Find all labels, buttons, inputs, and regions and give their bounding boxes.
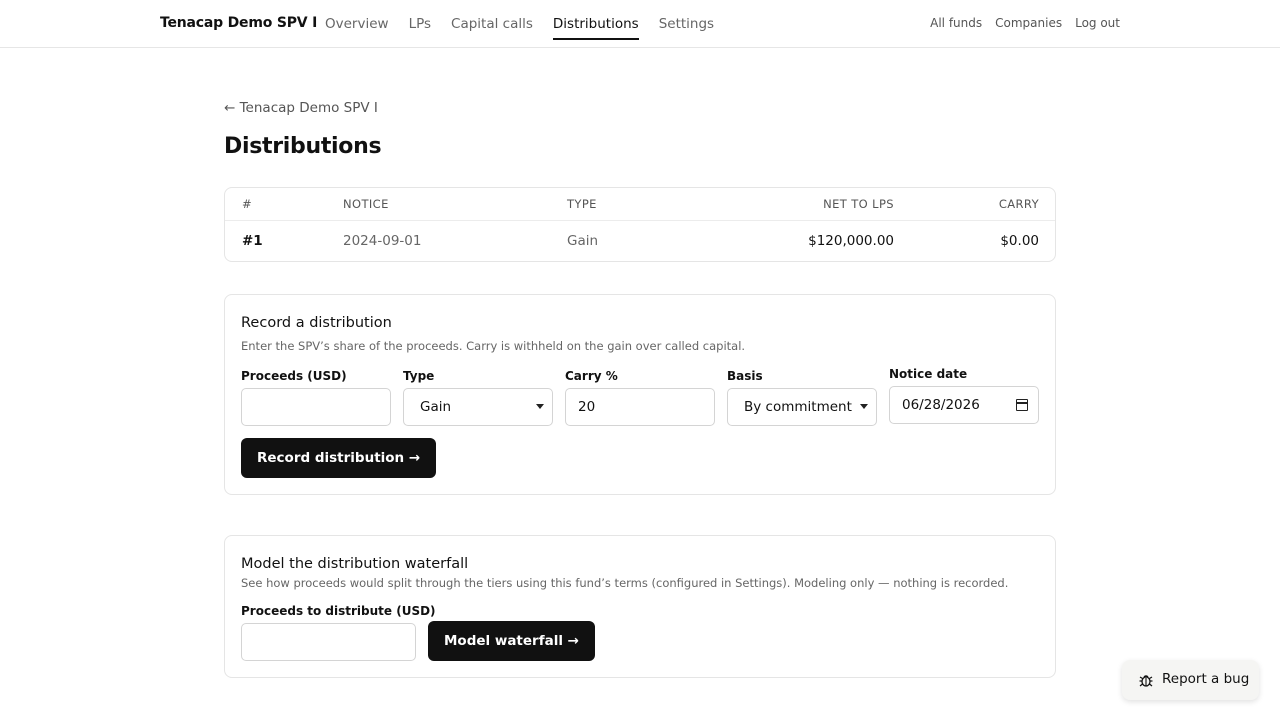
carry-input[interactable]: 20 <box>565 388 715 426</box>
proceeds-label: Proceeds (USD) <box>241 369 347 383</box>
tab-distributions[interactable]: Distributions <box>552 0 639 48</box>
cell-type: Gain <box>567 233 599 249</box>
top-nav: Tenacap Demo SPV I Overview LPs Capital … <box>0 0 1280 48</box>
calendar-icon[interactable] <box>1016 399 1028 411</box>
waterfall-proceeds-input[interactable] <box>241 623 416 661</box>
record-distribution-card: Record a distribution Enter the SPV’s sh… <box>224 294 1056 495</box>
header-notice: NOTICE <box>343 197 389 211</box>
basis-select[interactable]: By commitment <box>727 388 877 426</box>
record-distribution-button[interactable]: Record distribution → <box>241 438 437 478</box>
notice-date-label: Notice date <box>889 367 968 381</box>
tab-capital-calls[interactable]: Capital calls <box>451 0 533 48</box>
table-header: # NOTICE TYPE NET TO LPS CARRY <box>225 188 1055 221</box>
nav-right-links: All funds Companies Log out <box>917 16 1120 30</box>
companies-link[interactable]: Companies <box>995 16 1062 30</box>
bug-icon <box>1139 675 1153 687</box>
cell-notice: 2024-09-01 <box>343 233 422 249</box>
header-carry: CARRY <box>998 197 1039 211</box>
cell-carry: $0.00 <box>1000 233 1039 249</box>
header-type: TYPE <box>567 197 597 211</box>
record-subtitle: Enter the SPV’s share of the proceeds. C… <box>241 339 746 353</box>
basis-label: Basis <box>727 369 763 383</box>
waterfall-title: Model the distribution waterfall <box>241 556 469 572</box>
page-title: Distributions <box>224 134 382 159</box>
tab-settings[interactable]: Settings <box>659 0 714 48</box>
back-link[interactable]: ← Tenacap Demo SPV I <box>224 100 378 116</box>
notice-date-value: 06/28/2026 <box>902 397 980 413</box>
waterfall-proceeds-label: Proceeds to distribute (USD) <box>241 604 436 618</box>
report-bug-button[interactable]: Report a bug <box>1122 660 1259 700</box>
model-waterfall-button[interactable]: Model waterfall → <box>428 621 595 661</box>
brand-title[interactable]: Tenacap Demo SPV I <box>160 15 317 31</box>
cell-net-to-lps: $120,000.00 <box>808 233 894 249</box>
all-funds-link[interactable]: All funds <box>930 16 982 30</box>
type-select-value: Gain <box>420 399 452 415</box>
waterfall-card: Model the distribution waterfall See how… <box>224 535 1056 678</box>
chevron-down-icon <box>860 404 868 409</box>
header-number: # <box>242 197 253 211</box>
record-title: Record a distribution <box>241 315 392 331</box>
report-bug-label: Report a bug <box>1162 671 1250 687</box>
notice-date-input[interactable]: 06/28/2026 <box>889 386 1039 424</box>
carry-label: Carry % <box>565 369 618 383</box>
proceeds-input[interactable] <box>241 388 391 426</box>
waterfall-subtitle: See how proceeds would split through the… <box>241 576 1009 590</box>
chevron-down-icon <box>536 404 544 409</box>
distributions-table: # NOTICE TYPE NET TO LPS CARRY #1 2024-0… <box>224 187 1056 262</box>
log-out-link[interactable]: Log out <box>1075 16 1120 30</box>
table-row[interactable]: #1 2024-09-01 Gain $120,000.00 $0.00 <box>225 221 1055 261</box>
basis-select-value: By commitment <box>744 399 852 415</box>
tab-lps[interactable]: LPs <box>409 0 431 48</box>
header-net-to-lps: NET TO LPS <box>823 197 894 211</box>
tab-overview[interactable]: Overview <box>325 0 389 48</box>
cell-number: #1 <box>242 233 263 249</box>
nav-tabs: Overview LPs Capital calls Distributions… <box>325 0 734 48</box>
type-label: Type <box>403 369 435 383</box>
type-select[interactable]: Gain <box>403 388 553 426</box>
